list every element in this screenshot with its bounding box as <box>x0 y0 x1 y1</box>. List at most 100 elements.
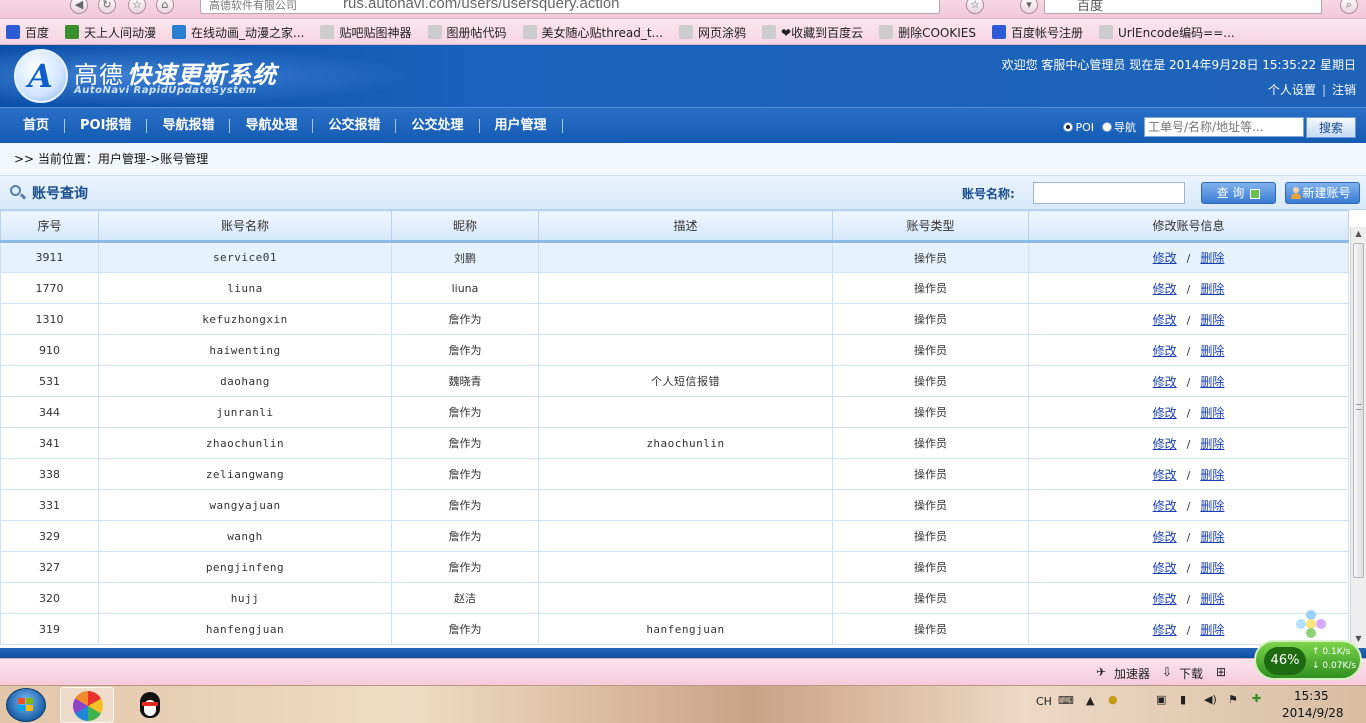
address-bar[interactable]: 高德软件有限公司 rus.autonavi.com/users/usersque… <box>200 0 940 14</box>
nav-item[interactable]: 用户管理 <box>480 108 562 144</box>
nav-item[interactable]: 导航报错 <box>147 108 229 144</box>
page-scrollbar[interactable]: ▲ ▼ <box>1350 227 1366 648</box>
back-icon[interactable]: ◀ <box>70 0 88 14</box>
edit-link[interactable]: 修改 <box>1153 313 1177 327</box>
url-text[interactable]: rus.autonavi.com/users/usersquery.action <box>343 0 620 12</box>
scroll-thumb[interactable] <box>1353 243 1364 578</box>
delete-link[interactable]: 删除 <box>1200 592 1224 606</box>
windows-taskbar: CH ⌨ ▲ ● ▣ ▮ ◀) ⚑ ✚ 15:35 2014/9/28 <box>0 685 1366 723</box>
security-plus-icon[interactable]: ✚ <box>1252 692 1261 705</box>
edit-link[interactable]: 修改 <box>1153 561 1177 575</box>
bookmark-label: 网页涂鸦 <box>698 25 747 40</box>
account-name-input[interactable] <box>1033 182 1185 204</box>
network-speed-widget[interactable]: 46% ↑ 0.1K/s ↓ 0.07K/s <box>1254 640 1362 680</box>
accelerator-label[interactable]: 加速器 <box>1114 665 1150 682</box>
volume-icon[interactable]: ◀) <box>1204 693 1217 706</box>
cell-account-name: zhaochunlin <box>98 427 392 459</box>
edit-link[interactable]: 修改 <box>1153 282 1177 296</box>
page-action-icon[interactable]: ☆ <box>966 0 984 14</box>
action-separator: / <box>1186 375 1191 389</box>
scroll-up-arrow-icon[interactable]: ▲ <box>1353 229 1364 241</box>
bookmark-item[interactable]: 百度 <box>0 19 59 44</box>
plus-box-icon[interactable]: ⊞ <box>1216 665 1226 679</box>
delete-link[interactable]: 删除 <box>1200 344 1224 358</box>
bookmark-item[interactable]: 网页涂鸦 <box>673 19 756 44</box>
query-button[interactable]: 查 询 <box>1201 182 1276 204</box>
favorite-star-icon[interactable]: ☆ <box>128 0 146 14</box>
nav-item[interactable]: 导航处理 <box>230 108 312 144</box>
new-account-button[interactable]: 新建账号 <box>1285 182 1360 204</box>
clock-time[interactable]: 15:35 <box>1294 689 1329 703</box>
cell-nickname: 詹作为 <box>391 520 539 552</box>
search-go-icon <box>1250 188 1261 199</box>
app-header: A 高德 快速更新系统 AutoNavi RapidUpdateSystem 欢… <box>0 45 1366 107</box>
delete-link[interactable]: 删除 <box>1200 468 1224 482</box>
nav-item[interactable]: 公交报错 <box>313 108 395 144</box>
edit-link[interactable]: 修改 <box>1153 344 1177 358</box>
nav-search-input[interactable] <box>1144 117 1304 137</box>
cell-description <box>538 582 833 614</box>
network-signal-icon[interactable]: ▮ <box>1180 693 1186 706</box>
taskbar-browser-button[interactable] <box>60 687 114 723</box>
nav-item[interactable]: 首页 <box>8 108 64 144</box>
keyboard-icon[interactable]: ⌨ <box>1058 694 1074 707</box>
edit-link[interactable]: 修改 <box>1153 499 1177 513</box>
radio-nav-label[interactable]: 导航 <box>1114 119 1136 135</box>
edit-link[interactable]: 修改 <box>1153 623 1177 637</box>
nav-item[interactable]: 公交处理 <box>396 108 478 144</box>
nav-search-button[interactable]: 搜索 <box>1306 116 1356 138</box>
edit-link[interactable]: 修改 <box>1153 468 1177 482</box>
qq-penguin-icon[interactable] <box>136 690 164 720</box>
baidu-paw-icon <box>991 25 1006 39</box>
bookmark-item[interactable]: 百度帐号注册 <box>986 19 1093 44</box>
edit-link[interactable]: 修改 <box>1153 437 1177 451</box>
edit-link[interactable]: 修改 <box>1153 251 1177 265</box>
delete-link[interactable]: 删除 <box>1200 406 1224 420</box>
delete-link[interactable]: 删除 <box>1200 282 1224 296</box>
notification-icon[interactable]: ▲ <box>1086 694 1094 707</box>
bookmark-item[interactable]: 删除COOKIES <box>873 19 986 44</box>
radio-poi[interactable] <box>1063 122 1074 132</box>
edit-link[interactable]: 修改 <box>1153 592 1177 606</box>
delete-link[interactable]: 删除 <box>1200 313 1224 327</box>
delete-link[interactable]: 删除 <box>1200 437 1224 451</box>
coin-icon[interactable]: ● <box>1108 693 1118 706</box>
delete-link[interactable]: 删除 <box>1200 530 1224 544</box>
magnifier-icon[interactable]: ⌕ <box>1340 0 1358 14</box>
radio-poi-label[interactable]: POI <box>1075 121 1094 134</box>
radio-nav[interactable] <box>1102 122 1112 132</box>
home-icon[interactable]: ⌂ <box>156 0 174 14</box>
logout-link[interactable]: 注销 <box>1332 83 1356 97</box>
clock-date[interactable]: 2014/9/28 <box>1282 706 1344 720</box>
download-icon[interactable]: ⇩ <box>1162 665 1172 679</box>
start-button[interactable] <box>6 688 46 722</box>
bookmark-item[interactable]: 在线动画_动漫之家... <box>166 19 314 44</box>
personal-settings-link[interactable]: 个人设置 <box>1268 83 1316 97</box>
cell-account-type: 操作员 <box>832 365 1029 397</box>
browser-search-box[interactable]: 百度 <box>1044 0 1322 14</box>
rocket-icon[interactable]: ✈ <box>1096 665 1106 679</box>
download-label[interactable]: 下载 <box>1179 665 1203 682</box>
table-row: 341 zhaochunlin 詹作为 zhaochunlin 操作员 修改 / 删除 <box>0 427 1349 459</box>
delete-link[interactable]: 删除 <box>1200 623 1224 637</box>
bookmark-item[interactable]: 图册帖代码 <box>422 19 517 44</box>
bookmark-item[interactable]: 贴吧贴图神器 <box>314 19 421 44</box>
delete-link[interactable]: 删除 <box>1200 499 1224 513</box>
action-center-flag-icon[interactable]: ⚑ <box>1228 693 1238 706</box>
bookmark-item[interactable]: 美女随心贴thread_t... <box>517 19 673 44</box>
delete-link[interactable]: 删除 <box>1200 561 1224 575</box>
edit-link[interactable]: 修改 <box>1153 406 1177 420</box>
bookmark-item[interactable]: ❤收藏到百度云 <box>756 19 873 44</box>
refresh-icon[interactable]: ↻ <box>98 0 116 14</box>
dropdown-arrow-icon[interactable]: ▾ <box>1020 0 1038 14</box>
edit-link[interactable]: 修改 <box>1153 375 1177 389</box>
delete-link[interactable]: 删除 <box>1200 375 1224 389</box>
bookmark-item[interactable]: 天上人间动漫 <box>59 19 166 44</box>
delete-link[interactable]: 删除 <box>1200 251 1224 265</box>
ime-indicator[interactable]: CH <box>1036 695 1052 708</box>
bookmark-item[interactable]: UrlEncode编码==... <box>1093 19 1245 44</box>
cell-id: 910 <box>0 334 99 366</box>
edit-link[interactable]: 修改 <box>1153 530 1177 544</box>
nav-item[interactable]: POI报错 <box>65 108 146 144</box>
usb-device-icon[interactable]: ▣ <box>1156 693 1166 706</box>
